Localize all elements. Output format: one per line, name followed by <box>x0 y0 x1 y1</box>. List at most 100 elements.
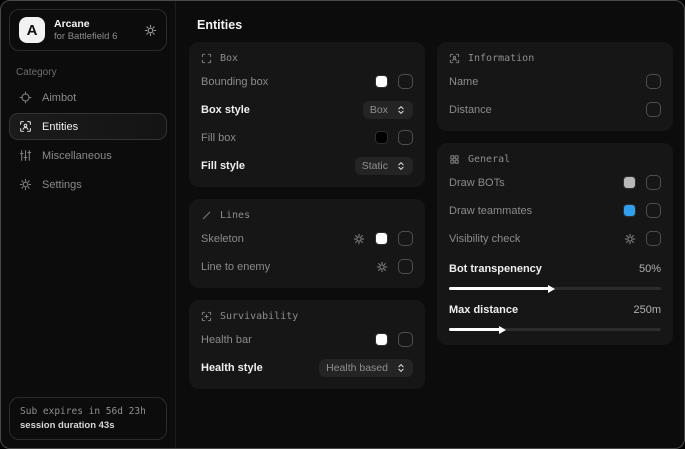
row-label: Draw teammates <box>449 205 532 217</box>
slider-fill <box>449 287 549 290</box>
color-swatch[interactable] <box>623 204 636 217</box>
color-swatch[interactable] <box>375 131 388 144</box>
name-checkbox[interactable] <box>646 74 661 89</box>
setting-row-distance: Distance <box>449 99 661 120</box>
row-label: Max distance <box>449 304 518 316</box>
chevrons-up-down-icon <box>396 363 406 373</box>
color-swatch[interactable] <box>375 232 388 245</box>
slider-value: 250m <box>633 304 661 316</box>
row-label: Draw BOTs <box>449 177 505 189</box>
box-card-header: Box <box>201 53 413 64</box>
setting-row-box-style: Box style Box <box>201 99 413 120</box>
max-distance-slider[interactable] <box>449 328 661 331</box>
grid-icon <box>449 154 460 165</box>
box-style-dropdown[interactable]: Box <box>363 101 413 119</box>
slider-thumb[interactable] <box>548 285 555 293</box>
fill-box-checkbox[interactable] <box>398 130 413 145</box>
row-label: Health bar <box>201 334 252 346</box>
card-title: Lines <box>220 210 250 221</box>
row-label: Bounding box <box>201 76 268 88</box>
draw-teammates-checkbox[interactable] <box>646 203 661 218</box>
visibility-check-checkbox[interactable] <box>646 231 661 246</box>
sidebar-menu: Aimbot Entities Miscella <box>9 84 167 198</box>
survivability-card-header: Survivability <box>201 311 413 322</box>
fill-style-dropdown[interactable]: Static <box>355 157 413 175</box>
gear-icon[interactable] <box>353 233 365 245</box>
row-label: Bot transpenency <box>449 263 542 275</box>
setting-row-max-distance: Max distance 250m <box>449 299 661 320</box>
setting-row-line-to-enemy: Line to enemy <box>201 256 413 277</box>
health-bar-checkbox[interactable] <box>398 332 413 347</box>
gear-icon[interactable] <box>144 24 157 37</box>
app-logo: A <box>19 17 45 43</box>
bounding-box-checkbox[interactable] <box>398 74 413 89</box>
slider-thumb[interactable] <box>499 326 506 334</box>
skeleton-checkbox[interactable] <box>398 231 413 246</box>
chevrons-up-down-icon <box>396 161 406 171</box>
dropdown-value: Box <box>370 104 388 116</box>
setting-row-health-style: Health style Health based <box>201 357 413 378</box>
card-title: Information <box>468 53 534 64</box>
sub-expires-text: Sub expires in 56d 23h <box>20 406 156 417</box>
sidebar-item-label: Aimbot <box>42 92 76 104</box>
card-title: General <box>468 154 510 165</box>
right-column: Information Name Distance <box>437 42 673 389</box>
sliders-icon <box>19 149 32 162</box>
setting-row-fill-style: Fill style Static <box>201 155 413 176</box>
distance-checkbox[interactable] <box>646 102 661 117</box>
row-label: Visibility check <box>449 233 520 245</box>
sidebar-item-entities[interactable]: Entities <box>9 113 167 140</box>
information-card-header: Information <box>449 53 661 64</box>
max-distance-group: Max distance 250m <box>449 299 661 331</box>
gear-icon <box>19 178 32 191</box>
line-to-enemy-checkbox[interactable] <box>398 259 413 274</box>
sidebar-item-aimbot[interactable]: Aimbot <box>9 84 167 111</box>
row-label: Health style <box>201 362 263 374</box>
color-swatch[interactable] <box>375 75 388 88</box>
general-card: General Draw BOTs Draw teammates <box>437 143 673 345</box>
general-card-header: General <box>449 154 661 165</box>
sidebar-item-miscellaneous[interactable]: Miscellaneous <box>9 142 167 169</box>
gear-icon[interactable] <box>624 233 636 245</box>
setting-row-name: Name <box>449 71 661 92</box>
session-duration-text: session duration 43s <box>20 420 156 431</box>
setting-row-bot-transparency: Bot transpenency 50% <box>449 258 661 279</box>
setting-row-fill-box: Fill box <box>201 127 413 148</box>
row-label: Name <box>449 76 478 88</box>
category-label: Category <box>16 67 167 78</box>
sidebar-item-settings[interactable]: Settings <box>9 171 167 198</box>
logo-card: A Arcane for Battlefield 6 <box>9 9 167 51</box>
card-title: Survivability <box>220 311 298 322</box>
app-name: Arcane <box>54 18 135 31</box>
color-swatch[interactable] <box>375 333 388 346</box>
sidebar-item-label: Settings <box>42 179 82 191</box>
page-title: Entities <box>197 18 673 32</box>
diagonal-line-icon <box>201 210 212 221</box>
survivability-card: Survivability Health bar Health style He… <box>189 300 425 389</box>
box-corners-icon <box>201 53 212 64</box>
chevrons-up-down-icon <box>396 105 406 115</box>
slider-fill <box>449 328 500 331</box>
main-content: Entities Box Bounding box <box>176 1 685 448</box>
health-style-dropdown[interactable]: Health based <box>319 359 413 377</box>
setting-row-bounding-box: Bounding box <box>201 71 413 92</box>
row-label: Skeleton <box>201 233 244 245</box>
app-title-block: Arcane for Battlefield 6 <box>54 18 135 43</box>
draw-bots-checkbox[interactable] <box>646 175 661 190</box>
setting-row-skeleton: Skeleton <box>201 228 413 249</box>
row-label: Line to enemy <box>201 261 270 273</box>
card-title: Box <box>220 53 238 64</box>
row-label: Fill style <box>201 160 245 172</box>
row-label: Fill box <box>201 132 236 144</box>
sidebar: A Arcane for Battlefield 6 Category <box>1 1 176 448</box>
slider-value: 50% <box>639 263 661 275</box>
setting-row-visibility-check: Visibility check <box>449 228 661 249</box>
color-swatch[interactable] <box>623 176 636 189</box>
gear-icon[interactable] <box>376 261 388 273</box>
sidebar-item-label: Entities <box>42 121 78 133</box>
bot-transparency-group: Bot transpenency 50% <box>449 258 661 290</box>
bot-transparency-slider[interactable] <box>449 287 661 290</box>
row-label: Distance <box>449 104 492 116</box>
lines-card-header: Lines <box>201 210 413 221</box>
subscription-card: Sub expires in 56d 23h session duration … <box>9 397 167 440</box>
